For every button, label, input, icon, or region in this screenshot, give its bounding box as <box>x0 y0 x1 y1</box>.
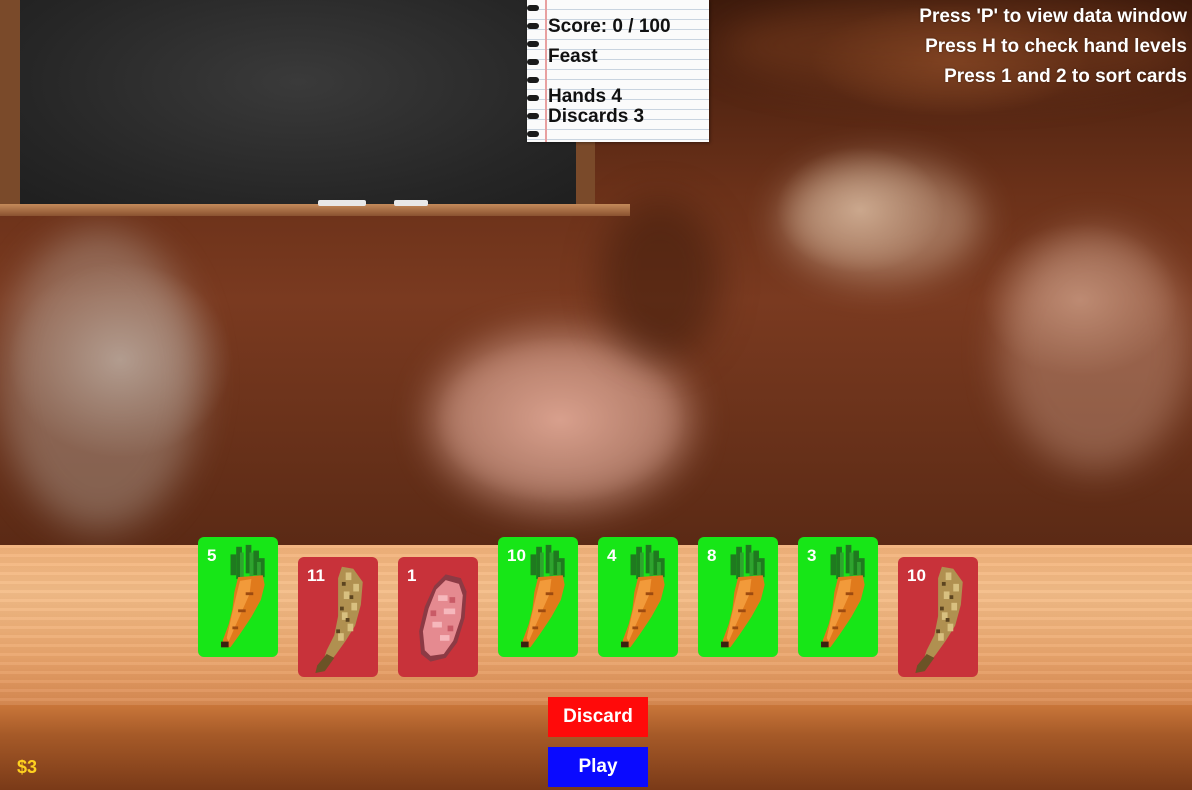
score-text: Score: 0 / 100 <box>548 16 671 37</box>
discard-button[interactable]: Discard <box>548 697 648 737</box>
card-meat-1[interactable]: 1 <box>398 557 478 677</box>
notepad-ring <box>527 59 539 65</box>
notepad-ring <box>527 23 539 29</box>
chalk-stick <box>394 200 428 206</box>
card-value: 10 <box>507 546 526 565</box>
counter-grain <box>0 545 1192 705</box>
money-counter: $3 <box>17 757 38 777</box>
card-carrot-3[interactable]: 3 <box>798 537 878 657</box>
discards-remaining: Discards 3 <box>548 106 645 127</box>
notepad-ring <box>527 5 539 11</box>
hands-remaining: Hands 4 <box>548 86 622 107</box>
help-sort-cards: Press 1 and 2 to sort cards <box>944 66 1187 87</box>
blind-name: Feast <box>548 46 598 67</box>
help-data-window: Press 'P' to view data window <box>919 6 1187 27</box>
card-carrot-10[interactable]: 10 <box>498 537 578 657</box>
card-value: 5 <box>207 546 217 565</box>
notepad-ring <box>527 77 539 83</box>
notepad-ring <box>527 41 539 47</box>
card-wheat-11[interactable]: 11 <box>298 557 378 677</box>
chalkboard-ledge <box>0 204 630 216</box>
notepad-ring <box>527 95 539 101</box>
card-value: 11 <box>307 566 325 585</box>
card-value: 10 <box>907 566 926 585</box>
chalkboard-surface <box>20 0 576 205</box>
card-carrot-4[interactable]: 4 <box>598 537 678 657</box>
card-value: 1 <box>407 566 417 585</box>
card-carrot-5[interactable]: 5 <box>198 537 278 657</box>
notepad-ring <box>527 113 539 119</box>
play-button[interactable]: Play <box>548 747 648 787</box>
card-value: 3 <box>807 546 817 565</box>
chalkboard <box>0 0 595 210</box>
notepad-margin-line <box>545 0 547 142</box>
chalk-stick <box>318 200 366 206</box>
card-carrot-8[interactable]: 8 <box>698 537 778 657</box>
help-hand-levels: Press H to check hand levels <box>925 36 1187 57</box>
card-wheat-10[interactable]: 10 <box>898 557 978 677</box>
card-value: 8 <box>707 546 717 565</box>
card-value: 4 <box>607 546 617 565</box>
notepad-ring <box>527 131 539 137</box>
